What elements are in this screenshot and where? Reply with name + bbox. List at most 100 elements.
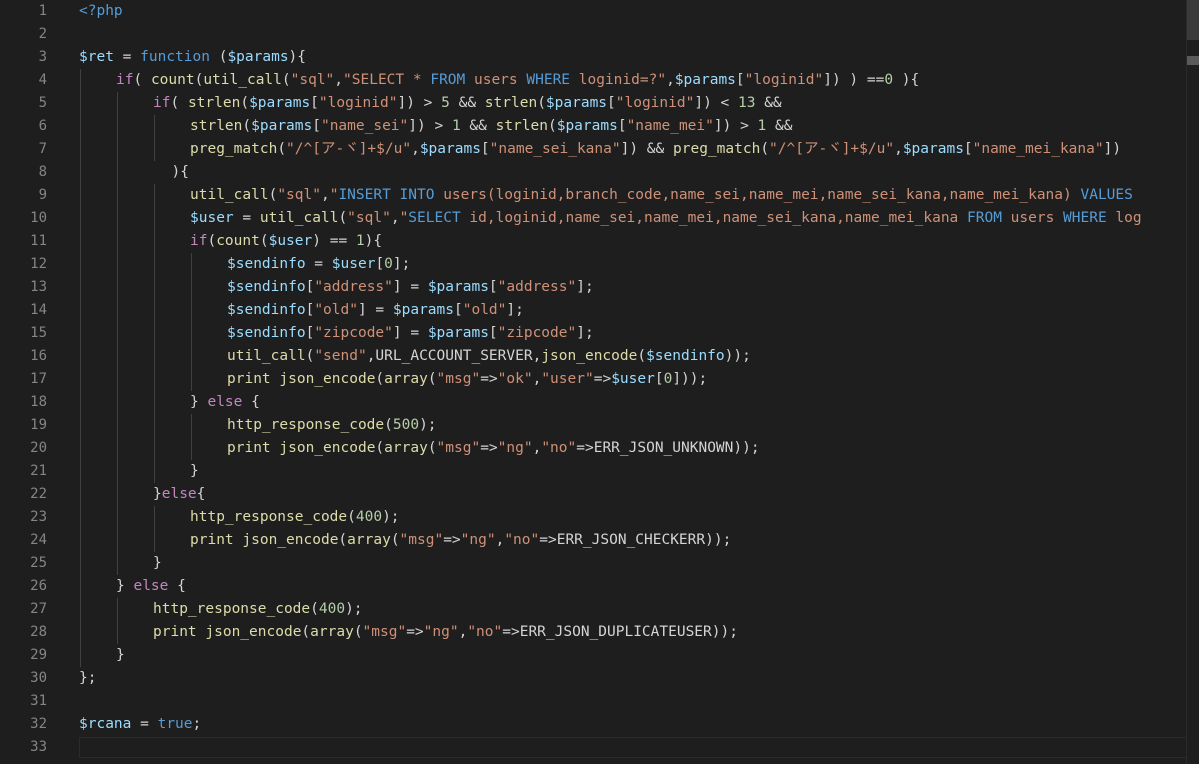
code-token: ] = — [392, 279, 428, 295]
code-token: 400 — [318, 601, 346, 617]
code-line[interactable]: $sendinfo = $user[0]; — [227, 253, 410, 276]
code-line[interactable]: http_response_code(400); — [190, 506, 400, 529]
code-token: [ — [310, 95, 319, 111]
code-line[interactable]: print json_encode(array("msg"=>"ng","no"… — [153, 621, 738, 644]
indent-guide — [117, 391, 118, 414]
code-token: [ — [480, 141, 490, 157]
code-token: "zipcode" — [314, 325, 393, 341]
line-number: 24 — [30, 532, 47, 548]
code-line[interactable]: strlen($params["name_sei"]) > 1 && strle… — [190, 115, 792, 138]
code-token: FROM — [967, 210, 1002, 226]
code-token: => — [593, 371, 612, 387]
code-area[interactable]: <?php $ret = function ($params){if( count… — [79, 0, 1187, 764]
code-token: ]; — [576, 279, 594, 295]
code-token: ( — [637, 348, 647, 364]
code-line[interactable]: }else{ — [153, 483, 205, 506]
line-number: 9 — [38, 187, 47, 203]
code-token: "sql" — [347, 210, 391, 226]
code-token: else — [161, 486, 197, 502]
indent-guide — [80, 69, 81, 92]
code-line[interactable]: print json_encode(array("msg"=>"ng","no"… — [227, 437, 760, 460]
indent-guide — [80, 391, 81, 414]
code-token: "zipcode" — [497, 325, 577, 341]
code-token: $ret — [79, 49, 114, 65]
code-line[interactable]: $rcana = true; — [79, 713, 201, 736]
indent-guide — [191, 414, 192, 437]
code-line[interactable]: if(count($user) == 1){ — [190, 230, 382, 253]
code-line[interactable]: print json_encode(array("msg"=>"ng","no"… — [190, 529, 731, 552]
code-token: VALUES — [1080, 187, 1133, 203]
code-token: $sendinfo — [646, 348, 725, 364]
code-token: $params — [419, 141, 481, 157]
line-number: 25 — [30, 555, 47, 571]
scrollbar-thumb[interactable] — [1187, 0, 1199, 40]
code-token: ( — [310, 601, 319, 617]
code-line[interactable]: } else { — [116, 575, 186, 598]
code-line[interactable]: $user = util_call("sql","SELECT id,login… — [190, 207, 1142, 230]
indent-guide — [117, 161, 118, 184]
code-line[interactable]: util_call("send",URL_ACCOUNT_SERVER,json… — [227, 345, 751, 368]
code-token: INSERT INTO — [338, 187, 435, 203]
code-token: ,URL_ACCOUNT_SERVER, — [366, 348, 542, 364]
indent-guide — [80, 345, 81, 368]
code-editor[interactable]: 1 2 3 4 5 6 7 8 9 10 11 12 13 14 15 16 17 18 19 20 21 22 23 24 2… — [0, 0, 1199, 764]
code-token: ]) > — [397, 95, 442, 111]
indent-guide — [80, 138, 81, 161]
code-line[interactable]: http_response_code(400); — [153, 598, 363, 621]
code-line[interactable]: preg_match("/^[ア-ヾ]+$/u",$params["name_s… — [190, 138, 1121, 161]
code-token: [ — [305, 325, 315, 341]
code-token: http_response_code — [227, 417, 385, 433]
code-token: ){ — [171, 164, 189, 180]
code-token: else — [207, 394, 243, 410]
code-token: $params — [427, 325, 489, 341]
code-token: util_call — [227, 348, 306, 364]
code-token: "name_sei_kana" — [489, 141, 621, 157]
code-token: strlen — [495, 118, 548, 134]
line-number: 3 — [38, 49, 47, 65]
code-line[interactable]: if( count(util_call("sql","SELECT * FROM… — [116, 69, 919, 92]
code-line[interactable]: $ret = function ($params){ — [79, 46, 306, 69]
code-line[interactable]: <?php — [79, 0, 123, 23]
code-line[interactable]: } — [116, 644, 125, 667]
code-token: [ — [488, 325, 498, 341]
code-token: )); — [724, 348, 751, 364]
code-line[interactable]: } else { — [190, 391, 260, 414]
code-token: 400 — [355, 509, 383, 525]
code-line[interactable]: if( strlen($params["loginid"]) > 5 && st… — [153, 92, 782, 115]
code-token: ) == — [312, 233, 356, 249]
code-token: http_response_code — [190, 509, 348, 525]
indent-guide — [80, 299, 81, 322]
line-number: 31 — [30, 693, 47, 709]
indent-guide — [154, 322, 155, 345]
code-token: ] = — [357, 302, 393, 318]
code-line[interactable]: } — [153, 552, 162, 575]
indent-guide — [80, 207, 81, 230]
code-line[interactable]: $sendinfo["old"] = $params["old"]; — [227, 299, 524, 322]
code-token: ( — [259, 233, 269, 249]
code-line[interactable]: util_call("sql","INSERT INTO users(login… — [190, 184, 1133, 207]
code-token: [ — [488, 279, 498, 295]
code-token: 0 — [384, 256, 393, 272]
code-token: ( — [427, 371, 437, 387]
indent-guide — [80, 437, 81, 460]
code-line[interactable]: }; — [79, 667, 96, 690]
indent-guide — [154, 414, 155, 437]
code-line[interactable]: $sendinfo["zipcode"] = $params["zipcode"… — [227, 322, 594, 345]
code-token: <?php — [79, 3, 123, 19]
code-token: http_response_code — [153, 601, 311, 617]
indent-guide — [117, 529, 118, 552]
indent-guide — [117, 460, 118, 483]
code-line[interactable]: ){ — [172, 161, 189, 184]
code-line[interactable]: print json_encode(array("msg"=>"ok","use… — [227, 368, 707, 391]
code-line[interactable]: } — [190, 460, 199, 483]
indent-guide — [80, 460, 81, 483]
code-token: ( — [375, 440, 385, 456]
line-number: 10 — [30, 210, 47, 226]
line-number: 33 — [30, 739, 47, 755]
indent-guide — [191, 299, 192, 322]
code-token: print — [153, 624, 197, 640]
code-line[interactable]: http_response_code(500); — [227, 414, 437, 437]
code-line[interactable]: $sendinfo["address"] = $params["address"… — [227, 276, 594, 299]
line-number: 11 — [30, 233, 47, 249]
vertical-scrollbar[interactable] — [1186, 0, 1199, 764]
